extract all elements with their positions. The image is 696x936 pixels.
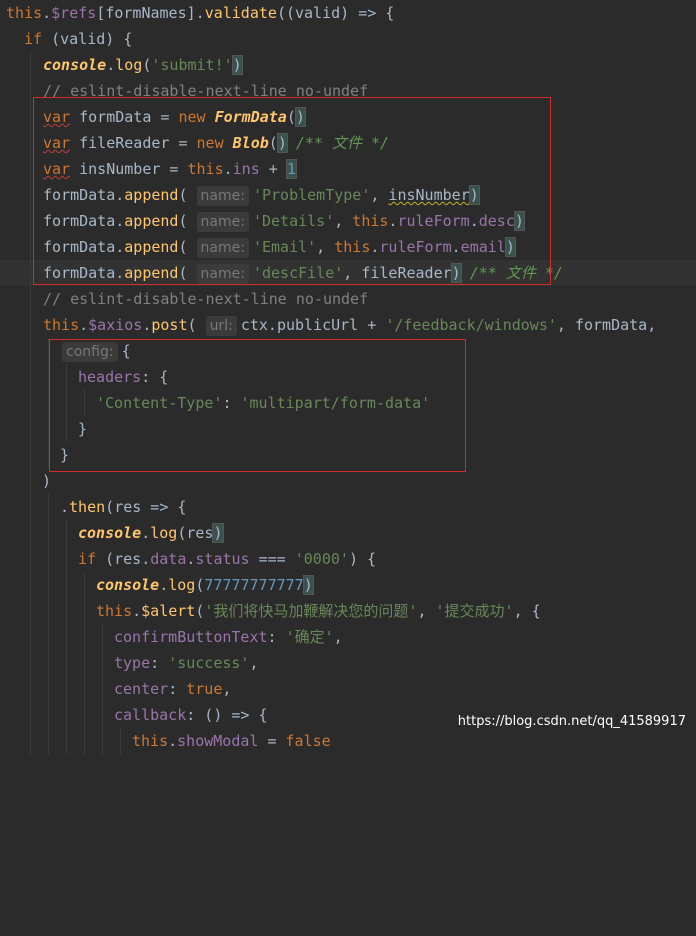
type-key: type (114, 654, 151, 672)
res-token: res (114, 550, 142, 568)
this-keyword: this (6, 4, 43, 22)
code-line-25[interactable]: confirmButtonText: '确定', (0, 624, 696, 650)
show-modal-prop: showModal (177, 732, 259, 750)
this-keyword: this (132, 732, 169, 750)
paren-match: ) (231, 55, 243, 75)
code-line-22[interactable]: if (res.data.status === '0000') { (0, 546, 696, 572)
this-keyword: this (43, 316, 80, 334)
number-literal: 77777777777 (204, 576, 304, 594)
code-line-1[interactable]: this.$refs[formNames].validate((valid) =… (0, 0, 696, 26)
console-token: console (43, 56, 107, 74)
console-token: console (78, 524, 142, 542)
code-line-2[interactable]: if (valid) { (0, 26, 696, 52)
code-line-27[interactable]: center: true, (0, 676, 696, 702)
highlight-box-formdata (33, 97, 551, 285)
highlight-box-config (49, 339, 466, 472)
watermark: https://blog.csdn.net/qq_41589917 (457, 714, 686, 729)
code-line-21[interactable]: console.log(res) (0, 520, 696, 546)
log-token: log (150, 524, 178, 542)
paren-match: ) (302, 575, 314, 595)
true-keyword: true (186, 680, 223, 698)
code-line-23[interactable]: console.log(77777777777) (0, 572, 696, 598)
data-prop: data (150, 550, 187, 568)
code-line-20[interactable]: .then(res => { (0, 494, 696, 520)
validate-token: validate (204, 4, 277, 22)
form-data-token: formData (574, 316, 648, 334)
paren-match: ) (212, 523, 224, 543)
callback-key: callback (114, 706, 187, 724)
res-token: res (186, 524, 214, 542)
code-line-13[interactable]: this.$axios.post( url: ctx.publicUrl + '/… (0, 312, 696, 338)
then-token: then (69, 498, 106, 516)
ctx-token: ctx (240, 316, 268, 334)
confirm-string: '确定' (285, 628, 334, 646)
code-line-12[interactable]: // eslint-disable-next-line no-undef (0, 286, 696, 312)
param-hint-url: url: (205, 316, 237, 336)
code-line-24[interactable]: this.$alert('我们将快马加鞭解决您的问题', '提交成功', { (0, 598, 696, 624)
center-key: center (114, 680, 169, 698)
alert-title-string: '提交成功' (435, 602, 514, 620)
success-string: 'success' (168, 654, 250, 672)
code-line-29[interactable]: this.showModal = false (0, 728, 696, 754)
confirm-button-text-key: confirmButtonText (114, 628, 268, 646)
if-keyword: if (24, 30, 43, 48)
log-token: log (115, 56, 143, 74)
console-token: console (96, 576, 160, 594)
refs-token: $refs (51, 4, 97, 22)
eslint-comment: // eslint-disable-next-line no-undef (43, 290, 369, 308)
feedback-url-string: '/feedback/windows' (385, 316, 557, 334)
this-keyword: this (96, 602, 133, 620)
code-line-26[interactable]: type: 'success', (0, 650, 696, 676)
submit-string: 'submit!' (151, 56, 233, 74)
valid-param: valid (295, 4, 341, 22)
log-token: log (168, 576, 196, 594)
alert-message-string: '我们将快马加鞭解决您的问题' (204, 602, 418, 620)
alert-token: $alert (141, 602, 196, 620)
status-code-string: '0000' (294, 550, 349, 568)
axios-token: $axios (88, 316, 143, 334)
form-names-token: formNames (105, 4, 187, 22)
if-keyword: if (78, 550, 97, 568)
code-line-3[interactable]: console.log('submit!') (0, 52, 696, 78)
public-url-token: publicUrl (276, 316, 359, 334)
false-keyword: false (285, 732, 331, 750)
valid-token: valid (60, 30, 106, 48)
status-prop: status (195, 550, 250, 568)
post-token: post (151, 316, 188, 334)
res-param: res (114, 498, 142, 516)
